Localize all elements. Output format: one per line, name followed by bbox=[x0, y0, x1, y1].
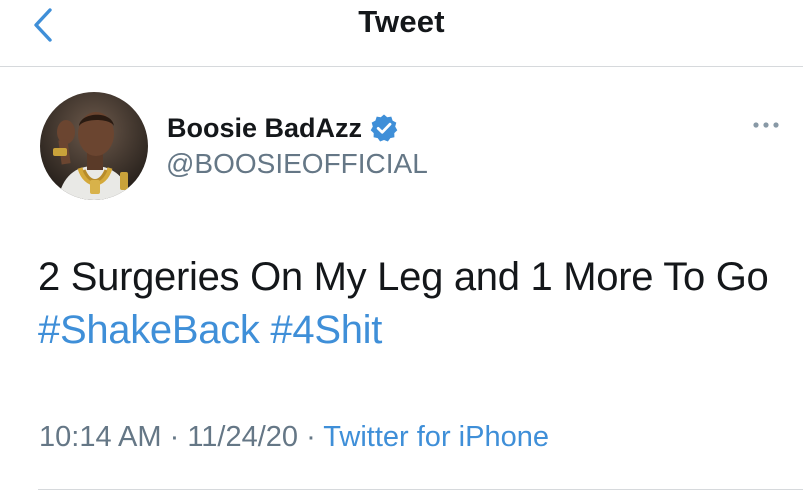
verified-badge-icon bbox=[369, 113, 399, 143]
more-ellipsis-icon bbox=[753, 122, 779, 128]
author-name[interactable]: Boosie BadAzz bbox=[167, 113, 362, 144]
divider bbox=[38, 489, 803, 490]
page-title: Tweet bbox=[358, 4, 445, 39]
tweet-text: 2 Surgeries On My Leg and 1 More To Go #… bbox=[38, 251, 778, 357]
more-options-button[interactable] bbox=[744, 110, 788, 140]
hashtag-link[interactable]: #4Shit bbox=[270, 308, 382, 352]
tweet-date: 11/24/20 bbox=[187, 421, 299, 453]
tweet-body-text: 2 Surgeries On My Leg and 1 More To Go bbox=[38, 255, 769, 299]
navigation-bar: Tweet bbox=[0, 0, 803, 67]
author-name-row[interactable]: Boosie BadAzz bbox=[167, 108, 399, 148]
avatar[interactable] bbox=[40, 92, 148, 200]
hashtag-link[interactable]: #ShakeBack bbox=[38, 308, 260, 352]
tweet-meta: 10:14 AM · 11/24/20 · Twitter for iPhone bbox=[39, 421, 549, 454]
meta-separator: · bbox=[298, 421, 324, 453]
tweet-detail-screen: Tweet Boosie BadAzz @BOOSIEOFFICIAL 2 Su… bbox=[0, 0, 803, 503]
tweet-source-link[interactable]: Twitter for iPhone bbox=[323, 421, 549, 453]
meta-separator: · bbox=[161, 421, 188, 453]
tweet-time: 10:14 AM bbox=[39, 421, 162, 453]
avatar-photo bbox=[40, 92, 148, 200]
author-handle[interactable]: @BOOSIEOFFICIAL bbox=[166, 148, 428, 180]
